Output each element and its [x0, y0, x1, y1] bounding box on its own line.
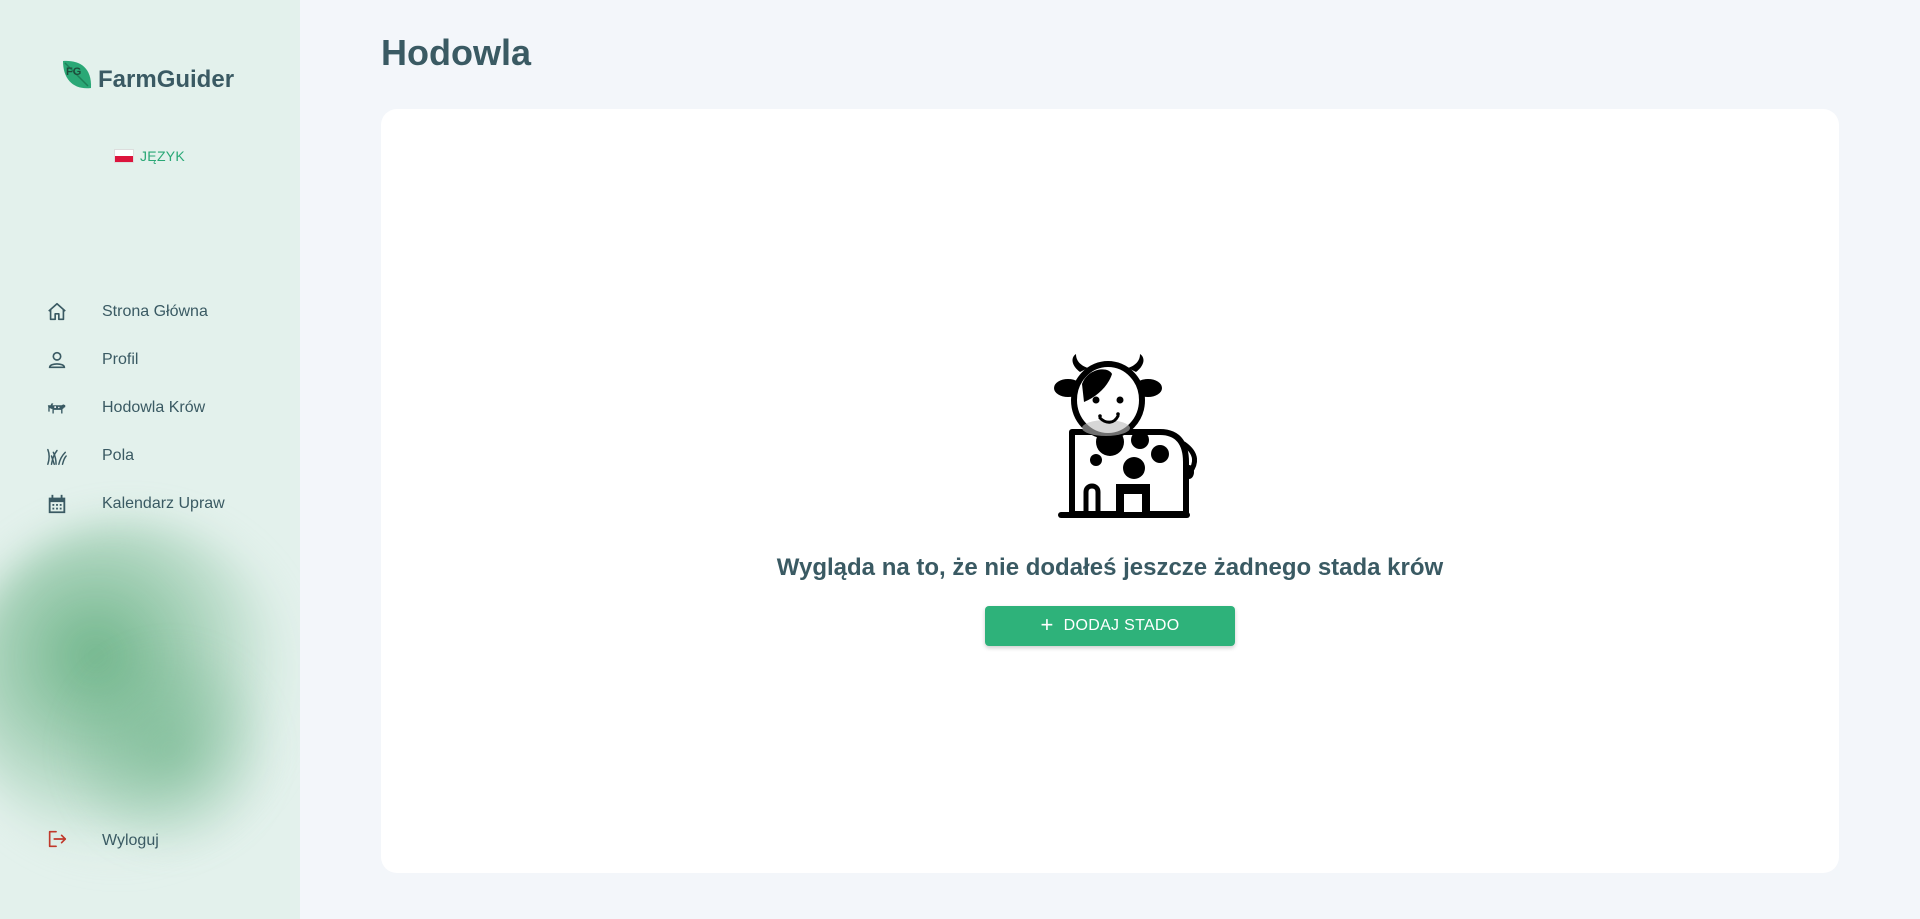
app-logo[interactable]: FG FarmGuider [60, 56, 234, 94]
sidebar-item-fields[interactable]: Pola [0, 432, 300, 480]
cow-icon [46, 397, 68, 419]
plus-icon: + [1040, 612, 1054, 637]
language-label: JĘZYK [140, 148, 186, 164]
content-card: Wygląda na to, że nie dodałeś jeszcze ża… [381, 109, 1839, 873]
user-icon [46, 349, 68, 371]
add-herd-label: DODAJ STADO [1063, 617, 1180, 634]
svg-text:FG: FG [66, 66, 81, 78]
logout-icon [46, 828, 68, 855]
sidebar-item-label: Pola [102, 447, 135, 464]
page-title: Hodowla [381, 32, 531, 73]
sidebar-item-label: Strona Główna [102, 303, 208, 320]
sidebar-item-cattle[interactable]: Hodowla Krów [0, 384, 300, 432]
app-name: FarmGuider [98, 66, 235, 93]
sidebar-item-home[interactable]: Strona Główna [0, 288, 300, 336]
logout-button[interactable]: Wyloguj [0, 817, 300, 865]
empty-state-message: Wygląda na to, że nie dodałeś jeszcze ża… [776, 554, 1444, 581]
empty-state: Wygląda na to, że nie dodałeś jeszcze ża… [381, 344, 1839, 646]
leaf-logo-icon: FG [63, 60, 92, 89]
add-herd-button[interactable]: + DODAJ STADO [985, 606, 1235, 646]
calendar-icon [46, 493, 68, 515]
sidebar-nav: Strona Główna Profil Hodowla Krów Pola K… [0, 288, 300, 528]
sidebar-item-profile[interactable]: Profil [0, 336, 300, 384]
sidebar-item-label: Kalendarz Upraw [102, 495, 225, 512]
grass-icon [46, 445, 68, 467]
cow-illustration [1054, 354, 1197, 518]
logout-label: Wyloguj [102, 832, 159, 849]
sidebar: FG FarmGuider JĘZYK Strona Główna Profil [0, 0, 300, 919]
poland-flag-icon [114, 149, 134, 163]
sidebar-item-calendar[interactable]: Kalendarz Upraw [0, 480, 300, 528]
language-selector[interactable]: JĘZYK [114, 148, 185, 164]
sidebar-item-label: Hodowla Krów [102, 399, 206, 416]
sidebar-item-label: Profil [102, 351, 139, 368]
home-icon [46, 301, 68, 323]
